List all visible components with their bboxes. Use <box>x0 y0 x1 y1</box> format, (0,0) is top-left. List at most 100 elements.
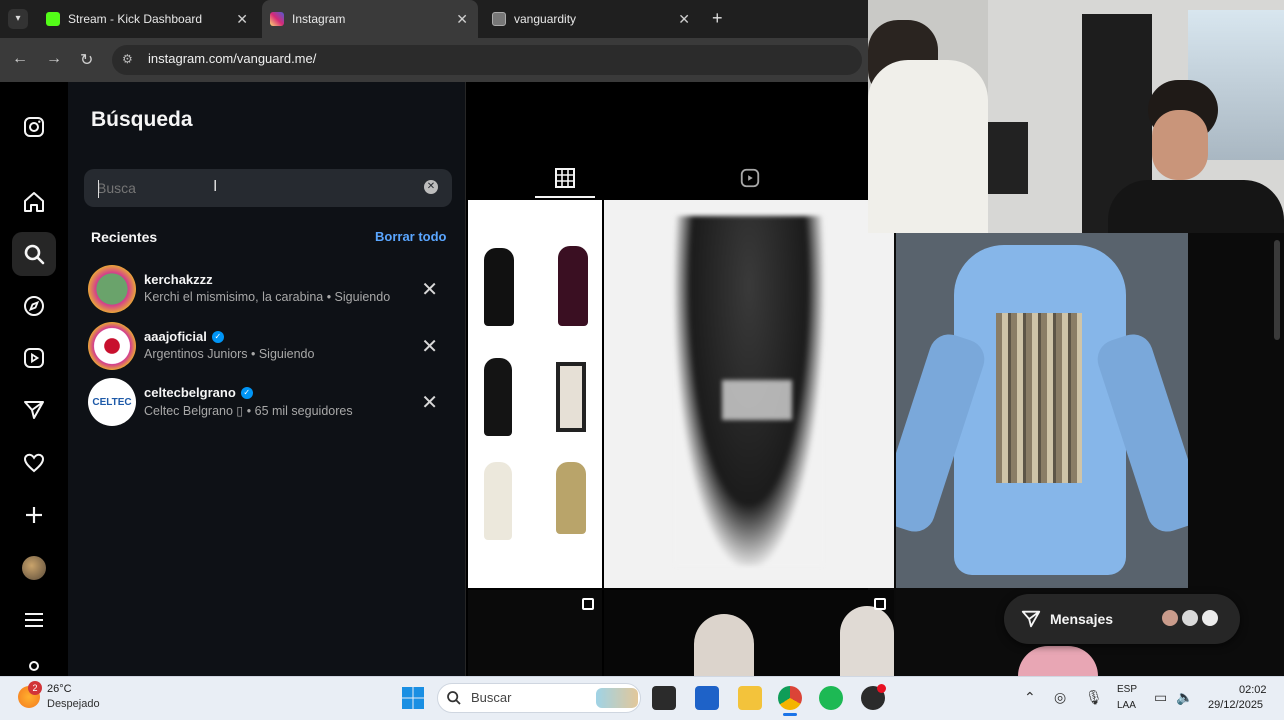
search-highlight-image <box>596 688 638 708</box>
verified-badge-icon: ✓ <box>240 386 253 399</box>
task-view-icon[interactable] <box>652 686 676 710</box>
person-left <box>868 60 988 233</box>
hoodie-thumb <box>556 462 586 534</box>
file-explorer-icon[interactable] <box>738 686 762 710</box>
hoodie-thumb <box>556 362 586 432</box>
avatar-logo-text: CELTEC <box>92 396 132 408</box>
tab-kick-dashboard[interactable]: Stream - Kick Dashboard ✕ <box>40 0 258 38</box>
tab-title: Stream - Kick Dashboard <box>68 12 203 26</box>
tab-vanguardity[interactable]: vanguardity ✕ <box>486 0 700 38</box>
messages-send-icon <box>1021 610 1041 628</box>
clock-date[interactable]: 29/12/2025 <box>1208 699 1263 711</box>
verified-badge-icon: ✓ <box>211 330 224 343</box>
post-tile-blue-hoodie[interactable] <box>896 233 1188 588</box>
weather-temperature[interactable]: 26°C <box>47 683 72 695</box>
instagram-icon <box>270 12 284 26</box>
security-icon[interactable]: ◎ <box>1054 689 1066 706</box>
post-tile-5[interactable] <box>604 590 894 676</box>
post-tile-4[interactable] <box>468 590 602 676</box>
volume-icon[interactable]: 🔈 <box>1176 689 1193 706</box>
menu-hamburger-icon[interactable] <box>22 608 46 632</box>
chrome-icon[interactable] <box>778 686 802 710</box>
reload-icon[interactable]: ↻ <box>80 50 93 70</box>
profile-avatar[interactable] <box>22 556 46 580</box>
text-caret <box>98 180 99 198</box>
instagram-nav-rail <box>0 82 68 676</box>
back-arrow-icon[interactable]: ← <box>12 50 28 68</box>
chevron-up-icon[interactable]: ⌃ <box>1024 689 1036 706</box>
user-subtitle: Argentinos Juniors • Siguiendo <box>144 347 315 361</box>
new-tab-button[interactable]: + <box>712 8 723 29</box>
close-tab-icon[interactable]: ✕ <box>678 11 690 28</box>
post-tile-model-hoodie[interactable] <box>604 200 894 588</box>
user-subtitle: Kerchi el mismisimo, la carabina • Sigui… <box>144 290 391 304</box>
taskbar-search-label: Buscar <box>471 690 512 705</box>
person-face <box>1152 110 1208 180</box>
tab-title: Instagram <box>292 12 346 26</box>
avatar <box>1200 608 1220 628</box>
tab-search-menu-button[interactable]: ▾ <box>8 9 28 29</box>
search-input[interactable] <box>97 178 417 198</box>
avatar <box>1180 608 1200 628</box>
explore-icon[interactable] <box>22 294 46 318</box>
posts-grid-tab[interactable] <box>535 162 595 198</box>
search-panel-title: Búsqueda <box>91 108 193 131</box>
input-layout[interactable]: LAA <box>1117 700 1136 711</box>
remove-recent-icon[interactable]: ✕ <box>421 390 438 415</box>
reels-icon <box>740 168 760 188</box>
close-tab-icon[interactable]: ✕ <box>456 11 468 28</box>
plaid-scarf <box>996 313 1082 483</box>
clock-time[interactable]: 02:02 <box>1239 684 1267 696</box>
windows-start-icon[interactable] <box>401 686 425 710</box>
reels-grid-tab[interactable] <box>720 162 780 198</box>
forward-arrow-icon[interactable]: → <box>46 50 62 68</box>
hoodie-thumb <box>484 358 512 436</box>
input-language[interactable]: ESP <box>1117 684 1137 695</box>
scrollbar[interactable] <box>1274 240 1280 340</box>
tab-title: vanguardity <box>514 12 577 26</box>
site-info-icon[interactable]: ⚙ <box>122 52 133 66</box>
hoodie-thumb <box>484 462 512 540</box>
remove-recent-icon[interactable]: ✕ <box>421 334 438 359</box>
store-icon[interactable] <box>695 686 719 710</box>
home-icon[interactable] <box>22 190 46 214</box>
messages-icon[interactable] <box>22 398 46 422</box>
instagram-logo-icon[interactable] <box>22 115 46 139</box>
create-plus-icon[interactable] <box>22 503 46 527</box>
post-tile-hoodie-collection[interactable] <box>468 200 602 588</box>
carousel-icon <box>582 598 594 610</box>
notifications-heart-icon[interactable] <box>22 451 46 475</box>
username: celtecbelgrano <box>144 385 236 400</box>
microphone-icon[interactable]: 🎙 <box>1085 689 1103 706</box>
kick-icon <box>46 12 60 26</box>
url-text[interactable]: instagram.com/vanguard.me/ <box>148 51 316 66</box>
recent-item-celtecbelgrano[interactable]: CELTEC celtecbelgrano ✓ Celtec Belgrano ▯… <box>88 378 450 428</box>
avatar <box>88 322 136 370</box>
recent-item-aaajoficial[interactable]: aaajoficial ✓ Argentinos Juniors • Siguie… <box>88 322 450 372</box>
tab-instagram[interactable]: Instagram ✕ <box>262 0 478 38</box>
avatar <box>88 265 136 313</box>
recent-heading: Recientes <box>91 229 158 245</box>
spotify-icon[interactable] <box>819 686 843 710</box>
recent-item-kerchakzzz[interactable]: kerchakzzz Kerchi el mismisimo, la carab… <box>88 265 450 315</box>
pink-hoodie-photo <box>1018 646 1098 676</box>
clear-all-button[interactable]: Borrar todo <box>375 229 447 244</box>
avatar <box>1160 608 1180 628</box>
grid-icon <box>555 168 575 188</box>
close-tab-icon[interactable]: ✕ <box>236 11 248 28</box>
clear-search-icon[interactable]: ✕ <box>424 180 438 194</box>
notification-badge: 2 <box>28 681 42 695</box>
search-icon <box>447 691 461 705</box>
user-subtitle: Celtec Belgrano ▯ • 65 mil seguidores <box>144 404 353 418</box>
hoodie-thumb <box>484 248 514 326</box>
search-icon[interactable] <box>22 242 46 266</box>
hoodie-thumb <box>558 246 588 326</box>
reels-icon[interactable] <box>22 346 46 370</box>
ibeam-cursor-icon: I <box>213 178 218 195</box>
username: kerchakzzz <box>144 272 213 287</box>
threads-icon[interactable] <box>22 660 46 676</box>
username: aaajoficial <box>144 329 207 344</box>
network-icon[interactable]: ▭ <box>1154 689 1167 706</box>
remove-recent-icon[interactable]: ✕ <box>421 277 438 302</box>
weather-condition[interactable]: Despejado <box>47 698 100 710</box>
